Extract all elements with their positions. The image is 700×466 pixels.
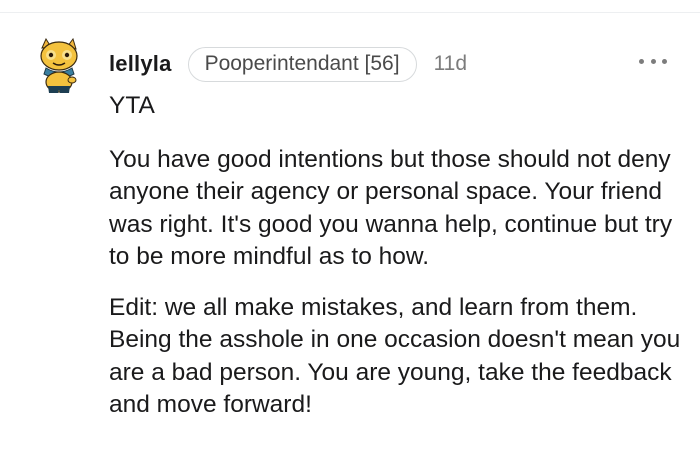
more-horizontal-icon-dot xyxy=(662,58,667,64)
more-horizontal-icon xyxy=(639,58,644,64)
more-horizontal-icon-dot xyxy=(650,58,656,64)
comment-paragraph: You have good intentions but those shoul… xyxy=(109,145,673,271)
avatar[interactable] xyxy=(36,37,82,94)
username[interactable]: lellyla xyxy=(109,51,172,77)
more-options-button[interactable] xyxy=(639,56,667,66)
comment-paragraph: Edit: we all make mistakes, and learn fr… xyxy=(109,293,681,419)
avatar-snoo-icon xyxy=(40,37,78,93)
comment-header: lellyla Pooperintendant [56] 11d xyxy=(109,46,467,82)
comment-age[interactable]: 11d xyxy=(434,52,467,76)
user-flair: Pooperintendant [56] xyxy=(187,46,417,82)
comment-body: YTA You have good intentions but those s… xyxy=(109,90,689,422)
comment: lellyla Pooperintendant [56] 11d YTA You… xyxy=(0,0,700,466)
comment-paragraph: YTA xyxy=(109,92,155,119)
